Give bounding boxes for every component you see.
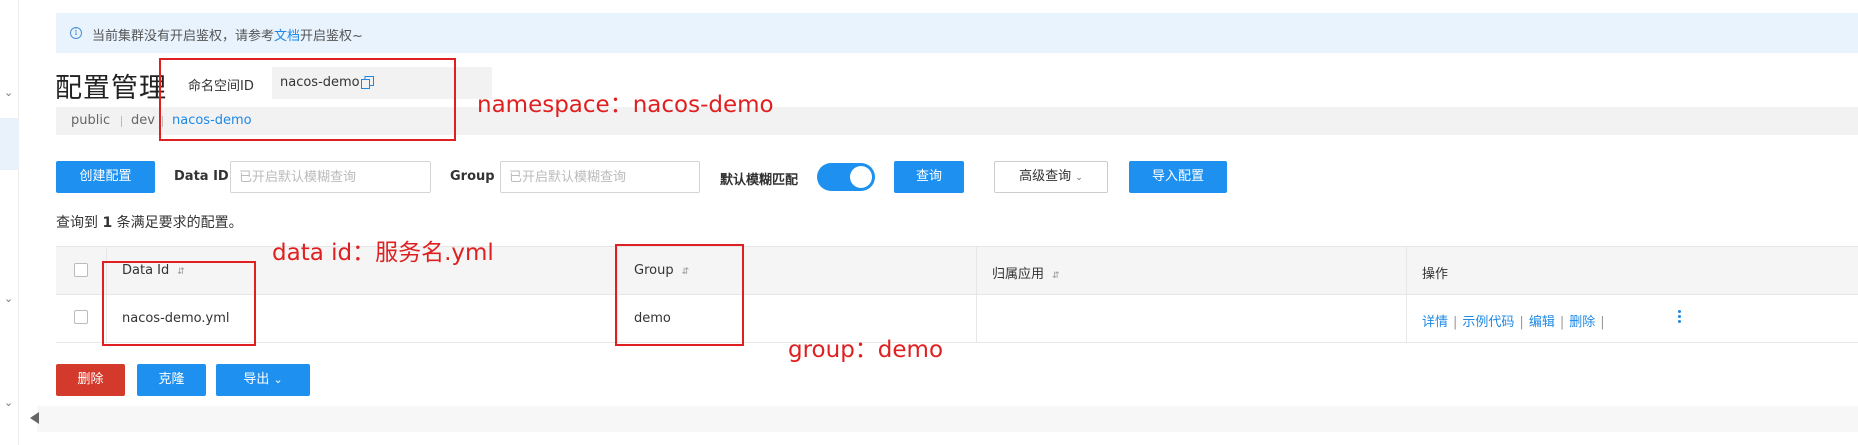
action-divider: | xyxy=(1519,315,1524,330)
namespace-tab-public[interactable]: public xyxy=(71,113,110,128)
result-count: 1 xyxy=(102,215,113,231)
delete-link[interactable]: 删除 xyxy=(1569,315,1595,330)
data-id-annotation-box xyxy=(102,261,256,346)
group-input[interactable] xyxy=(500,161,700,193)
sample-code-link[interactable]: 示例代码 xyxy=(1462,315,1514,330)
fuzzy-match-toggle[interactable] xyxy=(817,163,875,191)
export-button[interactable]: 导出 ⌄ xyxy=(216,364,310,396)
auth-notice: i 当前集群没有开启鉴权，请参考文档开启鉴权~ xyxy=(56,13,1858,53)
row-checkbox[interactable] xyxy=(74,310,88,324)
clone-button[interactable]: 克隆 xyxy=(137,364,206,396)
data-id-annotation: data id：服务名.yml xyxy=(272,240,494,266)
bulk-delete-button[interactable]: 删除 xyxy=(56,364,125,396)
column-header-app[interactable]: 归属应用 ⇵ xyxy=(992,263,1060,282)
info-icon: i xyxy=(70,27,82,39)
namespace-tab-dev[interactable]: dev xyxy=(131,113,155,128)
chevron-down-icon[interactable]: ⌄ xyxy=(4,86,13,99)
fuzzy-match-label: 默认模糊匹配 xyxy=(720,173,799,188)
tab-divider xyxy=(121,116,122,127)
result-prefix: 查询到 xyxy=(56,215,98,231)
page-title: 配置管理 xyxy=(55,73,167,104)
docs-link[interactable]: 文档 xyxy=(274,29,300,44)
action-divider: | xyxy=(1559,315,1565,330)
select-all-checkbox[interactable] xyxy=(74,263,88,277)
column-header-actions: 操作 xyxy=(1422,267,1449,282)
notice-text-after: 开启鉴权~ xyxy=(300,29,363,44)
export-label: 导出 xyxy=(243,372,270,387)
import-config-button[interactable]: 导入配置 xyxy=(1129,161,1227,193)
more-icon[interactable] xyxy=(1678,310,1682,326)
action-divider: | xyxy=(1453,315,1458,330)
data-id-input[interactable] xyxy=(230,161,431,193)
create-config-button[interactable]: 创建配置 xyxy=(56,161,155,193)
result-summary: 查询到 1 条满足要求的配置。 xyxy=(56,212,243,232)
sort-icon[interactable]: ⇵ xyxy=(1052,271,1060,281)
group-annotation-box xyxy=(615,244,744,346)
column-divider xyxy=(976,247,977,343)
collapse-sidebar-icon[interactable] xyxy=(30,412,39,424)
detail-link[interactable]: 详情 xyxy=(1422,315,1448,330)
action-divider: | xyxy=(1600,315,1605,330)
group-annotation: group：demo xyxy=(788,337,944,363)
sidebar-active-item[interactable] xyxy=(0,118,19,170)
namespace-annotation-box xyxy=(159,58,456,141)
toggle-knob xyxy=(850,166,872,188)
data-id-label: Data ID xyxy=(174,169,229,184)
group-label: Group xyxy=(450,169,495,184)
row-actions: 详情 | 示例代码 | 编辑 | 删除 | xyxy=(1422,311,1610,330)
result-suffix: 条满足要求的配置。 xyxy=(116,215,243,231)
column-label: 归属应用 xyxy=(992,267,1045,282)
advanced-query-label: 高级查询 xyxy=(1019,169,1072,184)
bottom-bar xyxy=(37,406,1858,432)
query-button[interactable]: 查询 xyxy=(894,161,964,193)
notice-text: 当前集群没有开启鉴权，请参考文档开启鉴权~ xyxy=(92,25,363,44)
chevron-down-icon: ⌄ xyxy=(1075,173,1083,183)
advanced-query-button[interactable]: 高级查询 ⌄ xyxy=(994,161,1108,193)
sidebar: ⌄ ⌄ ⌄ xyxy=(0,0,19,445)
chevron-down-icon[interactable]: ⌄ xyxy=(4,396,13,409)
column-divider xyxy=(1406,247,1407,343)
namespace-annotation: namespace：nacos-demo xyxy=(477,92,774,118)
edit-link[interactable]: 编辑 xyxy=(1529,315,1555,330)
chevron-down-icon[interactable]: ⌄ xyxy=(4,292,13,305)
notice-text-before: 当前集群没有开启鉴权，请参考 xyxy=(92,29,275,44)
chevron-down-icon: ⌄ xyxy=(273,373,283,386)
